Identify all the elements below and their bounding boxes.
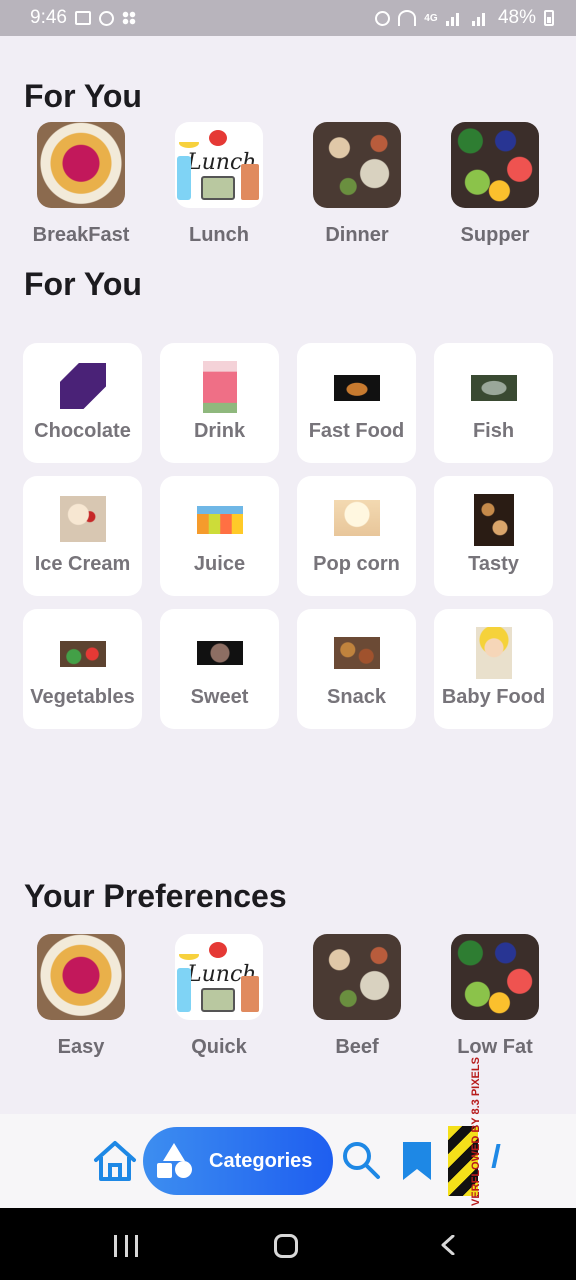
- category-card-fish[interactable]: Fish: [434, 343, 553, 463]
- tasty-image: [473, 494, 514, 546]
- preference-item-quick[interactable]: Lunch Quick: [150, 934, 288, 1059]
- category-card-vegetables[interactable]: Vegetables: [23, 609, 142, 729]
- status-bar: 9:46 4G 48%: [0, 0, 576, 36]
- recent-apps-icon[interactable]: [114, 1235, 138, 1257]
- section-title-your-preferences: Your Preferences: [24, 878, 287, 914]
- category-label: Pop corn: [313, 553, 400, 575]
- chocolate-image: [59, 363, 106, 409]
- search-icon[interactable]: [341, 1140, 381, 1180]
- category-label: Chocolate: [34, 420, 131, 442]
- category-grid: Chocolate Drink Fast Food Fish Ice Cream…: [23, 343, 553, 729]
- easy-image: [37, 934, 125, 1020]
- category-label: Snack: [327, 686, 386, 708]
- bookmark-icon[interactable]: [401, 1140, 433, 1182]
- category-card-chocolate[interactable]: Chocolate: [23, 343, 142, 463]
- category-label: Sweet: [190, 686, 249, 708]
- category-card-sweet[interactable]: Sweet: [160, 609, 279, 729]
- category-label: Ice Cream: [34, 553, 131, 575]
- breakfast-image: [37, 122, 125, 208]
- signal-2-icon: [471, 11, 490, 26]
- category-card-fast-food[interactable]: Fast Food: [297, 343, 416, 463]
- item-label: Supper: [460, 224, 530, 246]
- hotspot-icon: [397, 10, 416, 26]
- item-label: Lunch: [189, 224, 249, 246]
- battery-icon: [544, 10, 554, 26]
- juice-image: [196, 506, 243, 534]
- category-label: Vegetables: [30, 686, 135, 708]
- sweet-image: [196, 641, 243, 665]
- fish-image: [470, 375, 517, 401]
- item-label: Easy: [57, 1036, 105, 1058]
- network-type-label: 4G: [424, 12, 438, 24]
- category-card-snack[interactable]: Snack: [297, 609, 416, 729]
- for-you-item-dinner[interactable]: Dinner: [288, 122, 426, 247]
- categories-tab-label: Categories: [209, 1149, 313, 1172]
- category-card-juice[interactable]: Juice: [160, 476, 279, 596]
- overflow-warning-text: VERFLOWED BY 8.3 PIXELS: [470, 1057, 482, 1206]
- for-you-item-supper[interactable]: Supper: [426, 122, 564, 247]
- categories-icon: [155, 1141, 195, 1181]
- battery-percent: 48%: [497, 7, 536, 28]
- category-card-drink[interactable]: Drink: [160, 343, 279, 463]
- category-label: Juice: [193, 553, 246, 575]
- item-label: Quick: [191, 1036, 247, 1058]
- category-label: Fish: [472, 420, 515, 442]
- alarm-status-icon: [374, 10, 390, 26]
- ice-cream-image: [59, 496, 106, 542]
- alarm-icon: [98, 10, 114, 26]
- category-card-popcorn[interactable]: Pop corn: [297, 476, 416, 596]
- quick-image: Lunch: [175, 934, 263, 1020]
- dinner-image: [313, 122, 401, 208]
- home-button-icon[interactable]: [274, 1234, 298, 1258]
- for-you-item-breakfast[interactable]: BreakFast: [12, 122, 150, 247]
- category-card-tasty[interactable]: Tasty: [434, 476, 553, 596]
- drink-image: [202, 361, 237, 413]
- beef-image: [313, 934, 401, 1020]
- for-you-row: BreakFast Lunch Lunch Dinner Supper: [0, 122, 576, 247]
- vegetables-image: [59, 641, 106, 667]
- bottom-navigation: Categories VERFLOWED BY 8.3 PIXELS: [0, 1057, 576, 1208]
- section-title-for-you-2: For You: [24, 266, 142, 302]
- item-label: Low Fat: [457, 1036, 533, 1058]
- categories-tab[interactable]: Categories: [143, 1127, 333, 1195]
- snack-image: [333, 637, 380, 669]
- category-card-baby-food[interactable]: Baby Food: [434, 609, 553, 729]
- category-label: Tasty: [468, 553, 519, 575]
- signal-icon: [445, 11, 464, 26]
- item-label: Dinner: [325, 224, 389, 246]
- lunch-image: Lunch: [175, 122, 263, 208]
- category-label: Baby Food: [441, 686, 546, 708]
- status-time: 9:46: [30, 7, 67, 28]
- category-card-ice-cream[interactable]: Ice Cream: [23, 476, 142, 596]
- popcorn-image: [333, 500, 380, 536]
- item-label: BreakFast: [32, 224, 130, 246]
- section-title-for-you: For You: [24, 78, 142, 114]
- preference-item-low-fat[interactable]: Low Fat: [426, 934, 564, 1059]
- category-label: Drink: [193, 420, 246, 442]
- home-icon[interactable]: [92, 1138, 138, 1184]
- apps-notification-icon: [121, 11, 136, 25]
- preference-item-easy[interactable]: Easy: [12, 934, 150, 1059]
- for-you-item-lunch[interactable]: Lunch Lunch: [150, 122, 288, 247]
- low-fat-image: [451, 934, 539, 1020]
- baby-food-image: [475, 627, 512, 679]
- gallery-notification-icon: [74, 11, 91, 25]
- category-label: Fast Food: [308, 420, 405, 442]
- fast-food-image: [333, 375, 380, 401]
- preference-item-beef[interactable]: Beef: [288, 934, 426, 1059]
- item-label: Beef: [335, 1036, 379, 1058]
- system-navigation-bar: [0, 1208, 576, 1280]
- back-icon[interactable]: [440, 1235, 456, 1255]
- preferences-row: Easy Lunch Quick Beef Low Fat: [0, 934, 576, 1059]
- supper-image: [451, 122, 539, 208]
